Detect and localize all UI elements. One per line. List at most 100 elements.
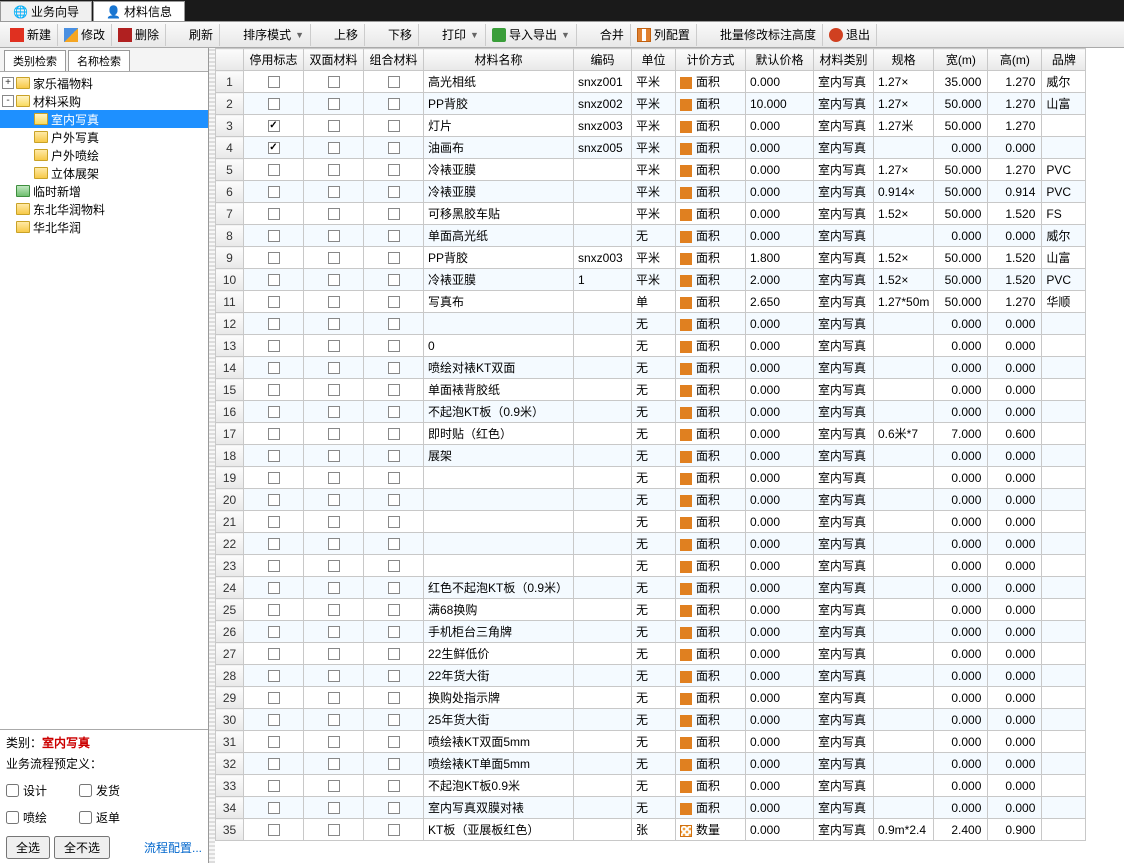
cell-code[interactable] xyxy=(574,621,632,643)
checkbox-cell[interactable] xyxy=(328,626,340,638)
checkbox-cell[interactable] xyxy=(388,120,400,132)
cell-name[interactable]: 即时贴（红色） xyxy=(424,423,574,445)
table-row[interactable]: 1高光相纸snxz001平米面积0.000室内写真1.27×35.0001.27… xyxy=(216,71,1086,93)
cell-cat[interactable]: 室内写真 xyxy=(814,379,874,401)
chk-print[interactable]: 喷绘 xyxy=(6,809,47,826)
cell-h[interactable]: 0.000 xyxy=(988,753,1042,775)
cell-price[interactable]: 0.000 xyxy=(746,401,814,423)
cell-brand[interactable] xyxy=(1042,313,1086,335)
cell-brand[interactable]: 华顺 xyxy=(1042,291,1086,313)
table-row[interactable]: 20无面积0.000室内写真0.0000.000 xyxy=(216,489,1086,511)
cell-name[interactable]: 单面高光纸 xyxy=(424,225,574,247)
cell-unit[interactable]: 平米 xyxy=(632,269,676,291)
cell-brand[interactable] xyxy=(1042,731,1086,753)
cell-price[interactable]: 0.000 xyxy=(746,555,814,577)
checkbox-cell[interactable] xyxy=(268,736,280,748)
cell-unit[interactable]: 平米 xyxy=(632,137,676,159)
cell-spec[interactable] xyxy=(874,357,934,379)
cell-code[interactable] xyxy=(574,467,632,489)
cell-w[interactable]: 0.000 xyxy=(934,225,988,247)
cell-mode[interactable]: 面积 xyxy=(676,511,746,533)
cell-mode[interactable]: 数量 xyxy=(676,819,746,841)
cell-code[interactable] xyxy=(574,599,632,621)
cell-code[interactable]: 1 xyxy=(574,269,632,291)
cell-price[interactable]: 0.000 xyxy=(746,709,814,731)
checkbox-cell[interactable] xyxy=(388,626,400,638)
cell-name[interactable]: 满68换购 xyxy=(424,599,574,621)
checkbox-cell[interactable] xyxy=(388,296,400,308)
checkbox-cell[interactable] xyxy=(268,582,280,594)
cell-name[interactable]: 喷绘裱KT单面5mm xyxy=(424,753,574,775)
cell-spec[interactable]: 1.27米 xyxy=(874,115,934,137)
cell-unit[interactable]: 单 xyxy=(632,291,676,313)
checkbox-cell[interactable] xyxy=(388,208,400,220)
tree-node-5[interactable]: 立体展架 xyxy=(0,164,208,182)
cell-unit[interactable]: 无 xyxy=(632,313,676,335)
cell-cat[interactable]: 室内写真 xyxy=(814,687,874,709)
cell-mode[interactable]: 面积 xyxy=(676,643,746,665)
cell-mode[interactable]: 面积 xyxy=(676,753,746,775)
cell-name[interactable] xyxy=(424,467,574,489)
cell-name[interactable]: 不起泡KT板（0.9米） xyxy=(424,401,574,423)
cell-unit[interactable]: 无 xyxy=(632,753,676,775)
checkbox-cell[interactable] xyxy=(268,208,280,220)
cell-price[interactable]: 10.000 xyxy=(746,93,814,115)
cell-h[interactable]: 0.000 xyxy=(988,401,1042,423)
checkbox-cell[interactable] xyxy=(328,604,340,616)
checkbox-cell[interactable] xyxy=(328,142,340,154)
cell-code[interactable] xyxy=(574,401,632,423)
cell-mode[interactable]: 面积 xyxy=(676,445,746,467)
checkbox-cell[interactable] xyxy=(328,186,340,198)
checkbox-cell[interactable] xyxy=(268,230,280,242)
cell-price[interactable]: 0.000 xyxy=(746,203,814,225)
table-row[interactable]: 6冷裱亚膜平米面积0.000室内写真0.914×50.0000.914PVC xyxy=(216,181,1086,203)
checkbox-cell[interactable] xyxy=(268,692,280,704)
cell-price[interactable]: 0.000 xyxy=(746,731,814,753)
cell-name[interactable]: 冷裱亚膜 xyxy=(424,181,574,203)
table-row[interactable]: 4油画布snxz005平米面积0.000室内写真0.0000.000 xyxy=(216,137,1086,159)
cell-w[interactable]: 0.000 xyxy=(934,511,988,533)
checkbox-cell[interactable] xyxy=(268,340,280,352)
cell-mode[interactable]: 面积 xyxy=(676,225,746,247)
cell-w[interactable]: 50.000 xyxy=(934,269,988,291)
cell-code[interactable] xyxy=(574,775,632,797)
cell-spec[interactable] xyxy=(874,445,934,467)
table-row[interactable]: 34室内写真双膜对裱无面积0.000室内写真0.0000.000 xyxy=(216,797,1086,819)
checkbox-cell[interactable] xyxy=(268,604,280,616)
cell-w[interactable]: 0.000 xyxy=(934,313,988,335)
cell-cat[interactable]: 室内写真 xyxy=(814,599,874,621)
cell-code[interactable] xyxy=(574,335,632,357)
movedown-button[interactable]: 下移 xyxy=(365,24,419,46)
column-config-button[interactable]: 列配置 xyxy=(631,24,697,46)
cell-code[interactable] xyxy=(574,533,632,555)
checkbox-cell[interactable] xyxy=(388,494,400,506)
cell-h[interactable]: 1.520 xyxy=(988,247,1042,269)
table-row[interactable]: 21无面积0.000室内写真0.0000.000 xyxy=(216,511,1086,533)
cell-price[interactable]: 0.000 xyxy=(746,423,814,445)
cell-cat[interactable]: 室内写真 xyxy=(814,137,874,159)
cell-brand[interactable] xyxy=(1042,533,1086,555)
side-tab-name[interactable]: 名称检索 xyxy=(68,50,130,71)
cell-unit[interactable]: 平米 xyxy=(632,203,676,225)
new-button[interactable]: 新建 xyxy=(4,24,58,46)
cell-price[interactable]: 0.000 xyxy=(746,797,814,819)
cell-unit[interactable]: 无 xyxy=(632,467,676,489)
tab-0[interactable]: 🌐业务向导 xyxy=(0,1,92,21)
table-row[interactable]: 16不起泡KT板（0.9米）无面积0.000室内写真0.0000.000 xyxy=(216,401,1086,423)
checkbox-cell[interactable] xyxy=(328,76,340,88)
cell-w[interactable]: 0.000 xyxy=(934,137,988,159)
cell-mode[interactable]: 面积 xyxy=(676,335,746,357)
tree-node-8[interactable]: 华北华润 xyxy=(0,218,208,236)
cell-spec[interactable] xyxy=(874,621,934,643)
table-row[interactable]: 7可移黑胶车贴平米面积0.000室内写真1.52×50.0001.520FS xyxy=(216,203,1086,225)
checkbox-cell[interactable] xyxy=(268,648,280,660)
checkbox-cell[interactable] xyxy=(328,120,340,132)
checkbox-cell[interactable] xyxy=(388,670,400,682)
col-header-3[interactable]: 组合材料 xyxy=(364,49,424,71)
checkbox-cell[interactable] xyxy=(388,230,400,242)
cell-name[interactable]: KT板（亚展板红色） xyxy=(424,819,574,841)
cell-cat[interactable]: 室内写真 xyxy=(814,401,874,423)
checkbox-cell[interactable] xyxy=(388,472,400,484)
cell-unit[interactable]: 无 xyxy=(632,643,676,665)
checkbox-cell[interactable] xyxy=(268,296,280,308)
